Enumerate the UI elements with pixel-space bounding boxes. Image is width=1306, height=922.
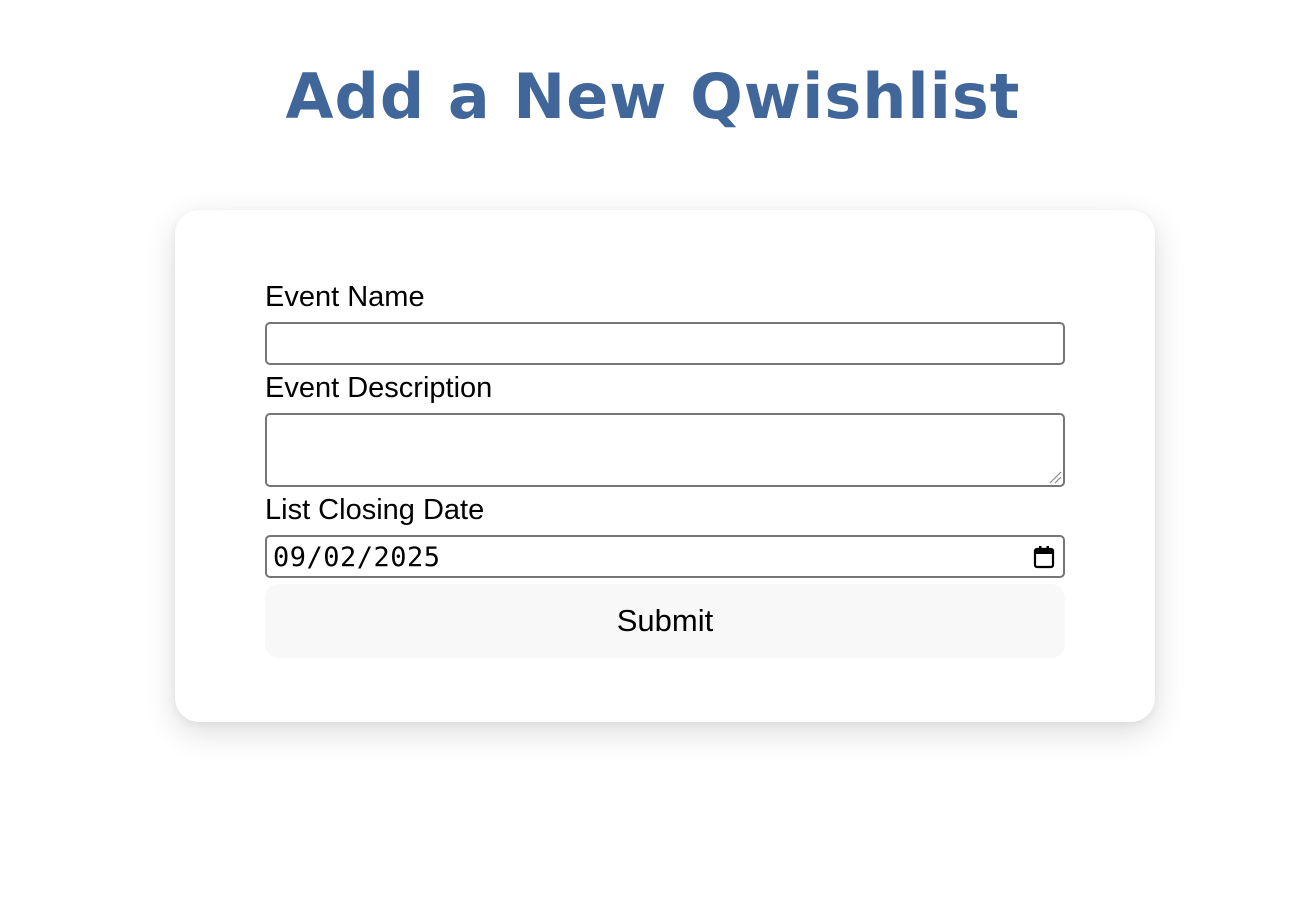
closing-date-input[interactable]: 09/02/2025 xyxy=(265,535,1065,578)
closing-date-label: List Closing Date xyxy=(265,494,485,526)
submit-button[interactable]: Submit xyxy=(265,584,1065,658)
calendar-icon[interactable] xyxy=(1033,545,1055,569)
event-name-label: Event Name xyxy=(265,281,425,313)
closing-date-value: 09/02/2025 xyxy=(273,542,441,573)
form-card: Event Name Event Description List Closin… xyxy=(175,210,1155,722)
resize-handle-icon[interactable] xyxy=(1048,470,1062,484)
event-description-label: Event Description xyxy=(265,372,493,404)
event-description-textarea[interactable] xyxy=(265,413,1065,487)
event-name-input[interactable] xyxy=(265,322,1065,365)
page-title: Add a New Qwishlist xyxy=(285,60,1021,133)
